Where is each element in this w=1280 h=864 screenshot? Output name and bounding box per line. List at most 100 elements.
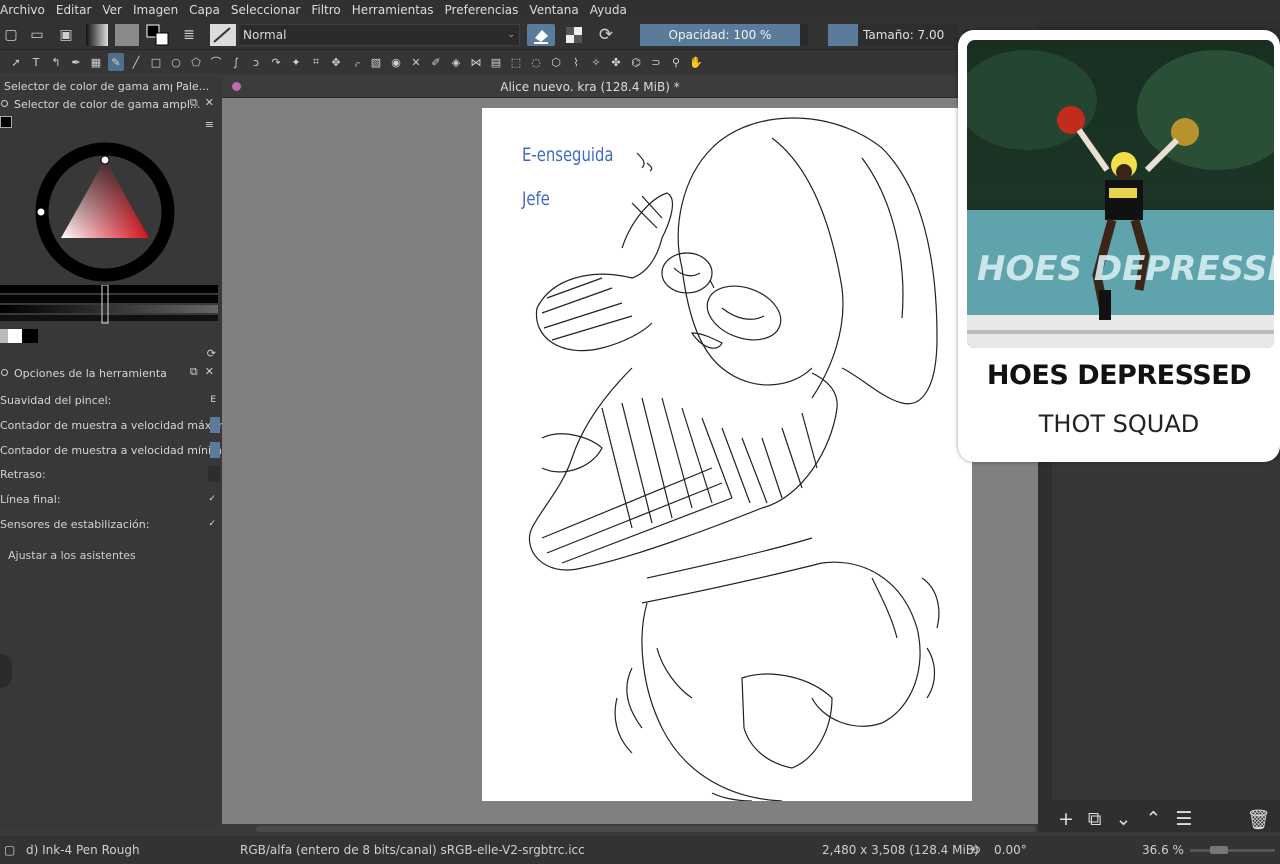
rotation-value: 0.00° — [994, 843, 1027, 857]
poly-select-icon[interactable]: ⬡ — [548, 53, 564, 71]
shade-selector[interactable] — [0, 284, 218, 325]
similar-select-icon[interactable]: ✤ — [608, 53, 624, 71]
move-tool-icon[interactable]: ✥ — [328, 53, 344, 71]
bezier-tool-icon[interactable]: ∫ — [228, 53, 244, 71]
brush-preset-icon[interactable] — [210, 24, 236, 46]
pan-tool-icon[interactable]: ✋ — [688, 53, 704, 71]
save-icon[interactable]: ▣ — [55, 24, 77, 46]
drawing-canvas[interactable]: E-enseguida Jefe — [482, 108, 972, 801]
bezier-select-icon[interactable]: ⌬ — [628, 53, 644, 71]
document-tab[interactable]: Alice nuevo. kra (128.4 MiB) * — [222, 76, 958, 98]
add-layer-icon[interactable]: + — [1058, 808, 1074, 830]
ellipse-select-icon[interactable]: ◌ — [528, 53, 544, 71]
gradient-tool-icon[interactable]: ▦ — [88, 53, 104, 71]
preserve-alpha-icon[interactable] — [563, 24, 585, 46]
brush-settings-icon[interactable]: ≣ — [178, 24, 200, 46]
menu-editar[interactable]: Editar — [56, 3, 97, 17]
new-document-icon[interactable]: ▢ — [0, 24, 22, 46]
colorize-mask-icon[interactable]: ✕ — [408, 53, 424, 71]
magnetic-select-icon[interactable]: ⊃ — [648, 53, 664, 71]
fg-color-chip[interactable] — [0, 116, 12, 128]
option-checkbox[interactable]: ✓ — [208, 494, 216, 504]
option-slider[interactable] — [210, 442, 220, 458]
transform-tool-icon[interactable]: ⌌ — [348, 53, 364, 71]
edit-shapes-icon[interactable]: ↰ — [48, 53, 64, 71]
freehand-path-icon[interactable]: ↄ — [248, 53, 264, 71]
menu-ventana[interactable]: Ventana — [529, 3, 583, 17]
ellipse-tool-icon[interactable]: ○ — [168, 53, 184, 71]
menu-filtro[interactable]: Filtro — [311, 3, 345, 17]
radio-icon — [1, 369, 8, 376]
zoom-slider[interactable] — [1190, 846, 1275, 854]
brush-preset-icon[interactable]: ▢ — [4, 843, 15, 857]
reload-preset-icon[interactable]: ⟳ — [595, 24, 617, 46]
gradient-swatch[interactable] — [86, 24, 108, 46]
layer-properties-icon[interactable]: ☰ — [1175, 808, 1192, 830]
delete-layer-icon[interactable]: 🗑 — [1246, 808, 1270, 831]
hamburger-menu-icon[interactable]: ≡ — [205, 118, 214, 131]
rect-select-icon[interactable]: ⬚ — [508, 53, 524, 71]
snap-to-assistants[interactable]: Ajustar a los asistentes — [8, 549, 136, 562]
freehand-brush-icon[interactable]: ✎ — [108, 53, 124, 71]
select-tool-icon[interactable]: ➚ — [8, 53, 24, 71]
open-folder-icon[interactable]: ▭ — [26, 24, 48, 46]
polygon-tool-icon[interactable]: ⬠ — [188, 53, 204, 71]
reference-images-icon[interactable]: ▤ — [488, 53, 504, 71]
card-subtitle: THOT SQUAD — [1038, 410, 1200, 438]
tab-palette[interactable]: Pale... — [172, 80, 213, 93]
contiguous-select-icon[interactable]: ✧ — [588, 53, 604, 71]
menu-archivo[interactable]: Archivo — [0, 3, 50, 17]
opacity-slider[interactable]: Opacidad: 100 % — [640, 24, 800, 46]
refresh-icon[interactable]: ⟳ — [207, 347, 216, 360]
option-slider[interactable] — [210, 417, 220, 433]
float-close-icons[interactable]: ⧉ ✕ — [190, 96, 214, 110]
multibrush-icon[interactable]: ✦ — [288, 53, 304, 71]
pattern-swatch[interactable] — [115, 24, 139, 46]
horizontal-scrollbar[interactable] — [222, 824, 1038, 834]
color-wheel[interactable] — [30, 140, 180, 282]
rotation-icon[interactable]: ⟲ — [970, 843, 980, 857]
calligraphy-icon[interactable]: ✒ — [68, 53, 84, 71]
menu-herramientas[interactable]: Herramientas — [352, 3, 439, 17]
recent-colors[interactable] — [0, 329, 38, 343]
menu-seleccionar[interactable]: Seleccionar — [231, 3, 305, 17]
fg-bg-color-icon[interactable] — [146, 24, 170, 46]
blend-mode-select[interactable]: Normal ⌄ — [238, 24, 520, 46]
cover-art-image: HOES DEPRESSED — [967, 40, 1274, 348]
polyline-tool-icon[interactable]: ⌒ — [208, 53, 224, 71]
move-layer-down-icon[interactable]: ⌄ — [1116, 808, 1132, 830]
layers-panel[interactable] — [1052, 460, 1280, 800]
size-slider[interactable]: Tamaño: 7.00 px — [858, 24, 958, 64]
duplicate-layer-icon[interactable]: ⧉ — [1088, 808, 1102, 830]
dynamic-brush-icon[interactable]: ↷ — [268, 53, 284, 71]
opacity-spinner[interactable] — [800, 24, 808, 46]
size-slider-fill[interactable] — [828, 24, 858, 46]
rectangle-tool-icon[interactable]: □ — [148, 53, 164, 71]
menu-ver[interactable]: Ver — [102, 3, 127, 17]
option-checkbox[interactable]: ✓ — [208, 519, 216, 529]
tab-color-selector[interactable]: Selector de color de gama ampl... — [0, 80, 172, 93]
perspective-grid-icon[interactable]: ⋈ — [468, 53, 484, 71]
line-tool-icon[interactable]: ╱ — [128, 53, 144, 71]
menu-preferencias[interactable]: Preferencias — [445, 3, 524, 17]
menu-ayuda[interactable]: Ayuda — [590, 3, 632, 17]
text-tool-icon[interactable]: T — [28, 53, 44, 71]
assistant-tool-icon[interactable]: ◈ — [448, 53, 464, 71]
fill-tool-icon[interactable]: ◉ — [388, 53, 404, 71]
media-card-overlay[interactable]: HOES DEPRESSED HOES DEPRESSED THOT SQUAD — [958, 30, 1280, 462]
smart-patch-icon[interactable]: ▧ — [368, 53, 384, 71]
move-layer-up-icon[interactable]: ⌃ — [1145, 808, 1161, 830]
zoom-tool-icon[interactable]: ⚲ — [668, 53, 684, 71]
option-spinbox[interactable] — [208, 466, 220, 482]
menu-capa[interactable]: Capa — [189, 3, 225, 17]
menu-imagen[interactable]: Imagen — [133, 3, 183, 17]
freehand-select-icon[interactable]: ⌇ — [568, 53, 584, 71]
docker-tabs: Selector de color de gama ampl... Pale..… — [0, 76, 222, 96]
scrollbar-thumb[interactable] — [256, 826, 1036, 832]
crop-tool-icon[interactable]: ⌗ — [308, 53, 324, 71]
eraser-mode-button[interactable] — [527, 24, 555, 46]
float-close-icons[interactable]: ⧉ ✕ — [190, 365, 214, 379]
option-control[interactable]: E — [210, 395, 216, 405]
zoom-slider-knob[interactable] — [1210, 846, 1228, 854]
color-picker-icon[interactable]: ✐ — [428, 53, 444, 71]
